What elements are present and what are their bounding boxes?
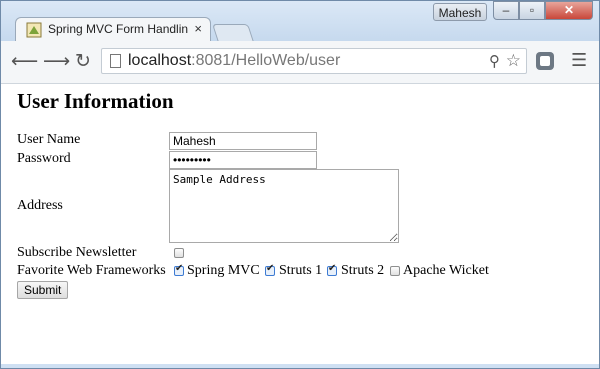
browser-tab[interactable]: Spring MVC Form Handlin ×: [15, 17, 211, 41]
submit-button[interactable]: Submit: [17, 281, 69, 299]
forward-icon[interactable]: ⟶: [43, 50, 70, 72]
framework-checkbox-struts-1[interactable]: [265, 263, 275, 276]
tab-title: Spring MVC Form Handlin: [48, 22, 188, 36]
frameworks-label: Favorite Web Frameworks: [17, 263, 166, 278]
username-input[interactable]: [169, 132, 317, 150]
framework-checkbox-spring-mvc[interactable]: [174, 263, 184, 276]
page-icon: [110, 54, 121, 68]
window-bottom-border: [1, 364, 599, 368]
browser-toolbar: ⟵ ⟶ ↻ localhost:8081/HelloWeb/user ⚲ ☆ ☰: [1, 41, 599, 84]
browser-window: Spring MVC Form Handlin × Mahesh – ▫ ✕ ⟵…: [0, 0, 600, 369]
title-bar: Spring MVC Form Handlin × Mahesh – ▫ ✕: [1, 1, 599, 42]
username-label: User Name: [17, 132, 81, 147]
back-icon[interactable]: ⟵: [11, 50, 38, 72]
password-input[interactable]: [169, 151, 317, 169]
framework-checkbox-apache-wicket[interactable]: [390, 266, 400, 276]
url-host: localhost: [128, 52, 192, 69]
menu-icon[interactable]: ☰: [571, 50, 587, 71]
close-tab-icon[interactable]: ×: [194, 21, 202, 36]
address-bar[interactable]: localhost:8081/HelloWeb/user ⚲ ☆: [101, 48, 527, 74]
newsletter-checkbox[interactable]: [174, 248, 184, 258]
minimize-button[interactable]: –: [493, 1, 519, 20]
framework-label-struts-2: Struts 2: [341, 263, 385, 278]
new-tab-button[interactable]: [212, 24, 254, 42]
zoom-icon[interactable]: ⚲: [489, 52, 500, 70]
address-textarea[interactable]: Sample Address: [169, 169, 399, 243]
page-content: User Information User Name Password Addr…: [1, 84, 599, 364]
newsletter-label: Subscribe Newsletter: [17, 245, 137, 260]
close-window-button[interactable]: ✕: [545, 1, 593, 20]
favicon-icon: [26, 22, 42, 38]
reload-icon[interactable]: ↻: [75, 50, 91, 72]
extension-icon[interactable]: [536, 52, 554, 70]
maximize-button[interactable]: ▫: [519, 1, 545, 20]
framework-label-struts-1: Struts 1: [279, 263, 323, 278]
address-label: Address: [17, 198, 63, 213]
profile-button[interactable]: Mahesh: [433, 3, 487, 21]
url-text[interactable]: localhost:8081/HelloWeb/user: [128, 52, 340, 70]
framework-label-apache-wicket: Apache Wicket: [403, 263, 489, 278]
url-path: :8081/HelloWeb/user: [191, 52, 341, 69]
page-title: User Information: [17, 89, 174, 113]
framework-checkbox-struts-2[interactable]: [327, 263, 337, 276]
star-icon[interactable]: ☆: [506, 51, 521, 71]
password-label: Password: [17, 151, 71, 166]
framework-label-spring-mvc: Spring MVC: [187, 263, 260, 278]
